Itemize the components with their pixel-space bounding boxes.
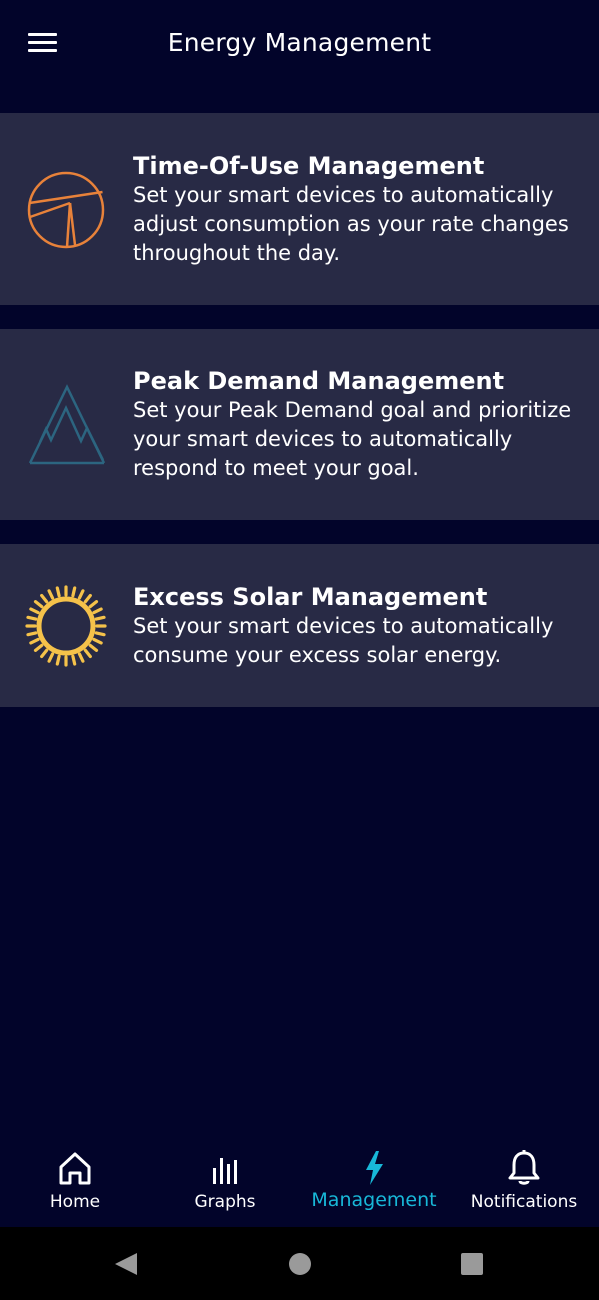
card-text: Excess Solar Management Set your smart d… [133,582,585,670]
back-icon[interactable] [111,1249,141,1279]
sun-ray [47,589,55,600]
sun-ray [47,652,55,663]
sun-ray [55,654,61,666]
card-title: Excess Solar Management [133,583,488,611]
sun-ray [77,589,85,600]
sun-icon [25,585,107,667]
recent-apps-icon[interactable] [457,1249,487,1279]
sun-ray [33,643,44,652]
sun-ray [92,607,103,615]
card-excess-solar[interactable]: Excess Solar Management Set your smart d… [0,544,599,707]
sun-ray [29,607,40,615]
bottom-navigation: Home Graphs Management Notifications [0,1140,599,1227]
home-circle-icon[interactable] [285,1249,315,1279]
sun-ray [29,637,40,645]
card-time-of-use[interactable]: Time-Of-Use Management Set your smart de… [0,113,599,305]
card-description: Set your smart devices to automatically … [133,183,569,265]
sun-ray [26,615,38,621]
system-navigation-bar [0,1227,599,1300]
lightning-bolt-icon [366,1151,383,1185]
card-text: Peak Demand Management Set your Peak Dem… [133,366,585,483]
nav-label-home: Home [49,1192,101,1212]
nav-label-management: Management [311,1189,437,1211]
app-screen: Energy Management Time-Of-Use Management… [0,0,599,1300]
card-title: Peak Demand Management [133,367,505,395]
nav-item-home[interactable]: Home [0,1140,150,1227]
sun-ray [88,643,99,652]
card-text: Time-Of-Use Management Set your smart de… [133,151,585,268]
bar-chart-icon [213,1158,237,1184]
sun-ray [40,593,49,604]
sun-ray [94,615,106,621]
sun-ray [88,600,99,609]
card-title: Time-Of-Use Management [133,152,485,180]
card-description: Set your Peak Demand goal and prioritize… [133,398,572,480]
nav-item-notifications[interactable]: Notifications [449,1140,599,1227]
sun-ray [71,586,77,598]
sun-ray [94,631,106,637]
time-of-use-clock-icon [27,171,105,249]
page-title: Energy Management [167,28,432,57]
sun-ray [40,648,49,659]
card-description: Set your smart devices to automatically … [133,614,554,667]
home-icon [59,1152,91,1185]
nav-item-graphs[interactable]: Graphs [150,1140,300,1227]
mountain-peaks-icon [28,384,106,465]
nav-label-notifications: Notifications [470,1192,578,1212]
app-header: Energy Management [0,0,599,86]
nav-label-graphs: Graphs [194,1192,256,1212]
sun-ray [26,631,38,637]
sun-ray [55,586,61,598]
nav-item-management[interactable]: Management [299,1140,449,1227]
bell-icon [508,1150,540,1185]
sun-ray [77,652,85,663]
sun-ray [83,648,92,659]
sun-ray [33,600,44,609]
sun-ray [83,593,92,604]
sun-ray [71,654,77,666]
card-peak-demand[interactable]: Peak Demand Management Set your Peak Dem… [0,329,599,520]
sun-ray [92,637,103,645]
